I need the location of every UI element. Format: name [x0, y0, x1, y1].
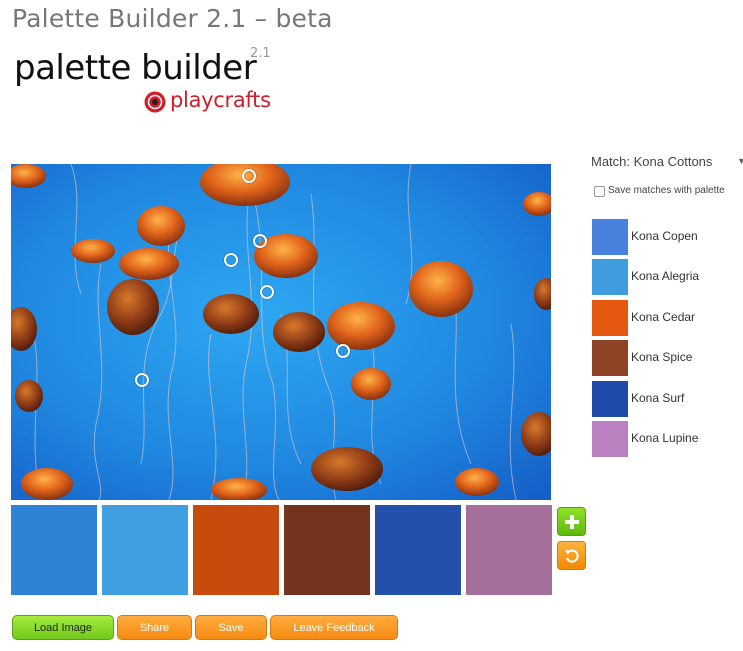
match-chip-kona-lupine[interactable]: [592, 421, 628, 457]
palette-swatch-1[interactable]: [11, 505, 97, 595]
color-picker-1[interactable]: [242, 169, 256, 183]
logo-brand: playcrafts: [170, 88, 271, 112]
match-chip-kona-spice[interactable]: [592, 340, 628, 376]
add-swatch-button[interactable]: [557, 507, 586, 536]
jellyfish-photo: [11, 164, 551, 500]
match-chip-kona-cedar[interactable]: [592, 300, 628, 336]
save-matches-label: Save matches with palette: [608, 185, 725, 196]
app-title: Palette Builder 2.1 – beta: [12, 4, 333, 33]
playcrafts-logo-icon: [144, 91, 166, 113]
palette-swatch-3[interactable]: [193, 505, 279, 595]
palette-swatch-5[interactable]: [375, 505, 461, 595]
share-button[interactable]: Share: [117, 615, 192, 640]
load-image-button[interactable]: Load Image: [12, 615, 114, 640]
match-name-kona-lupine: Kona Lupine: [631, 431, 699, 445]
color-picker-5[interactable]: [336, 344, 350, 358]
reset-palette-button[interactable]: [557, 541, 586, 570]
match-name-kona-surf: Kona Surf: [631, 391, 685, 405]
match-select[interactable]: Match: Kona Cottons: [591, 154, 712, 169]
palette-swatch-4[interactable]: [284, 505, 370, 595]
palette-swatch-2[interactable]: [102, 505, 188, 595]
source-image[interactable]: [11, 164, 551, 500]
undo-icon: [564, 549, 579, 563]
logo-wordmark: palette builder: [14, 48, 257, 88]
logo-version: 2.1: [250, 46, 271, 61]
match-chip-kona-alegria[interactable]: [592, 259, 628, 295]
plus-icon: [564, 514, 579, 529]
save-matches-checkbox[interactable]: [594, 186, 605, 197]
color-picker-4[interactable]: [260, 285, 274, 299]
match-name-kona-copen: Kona Copen: [631, 229, 698, 243]
leave-feedback-button[interactable]: Leave Feedback: [270, 615, 398, 640]
color-picker-2[interactable]: [253, 234, 267, 248]
save-button[interactable]: Save: [195, 615, 267, 640]
match-chip-kona-copen[interactable]: [592, 219, 628, 255]
match-name-kona-alegria: Kona Alegria: [631, 269, 700, 283]
chevron-down-icon[interactable]: ▼: [737, 156, 743, 166]
match-chip-kona-surf[interactable]: [592, 381, 628, 417]
palette-builder-logo: palette builder 2.1 playcrafts: [14, 46, 276, 120]
color-picker-3[interactable]: [224, 253, 238, 267]
match-name-kona-spice: Kona Spice: [631, 350, 693, 364]
color-picker-6[interactable]: [135, 373, 149, 387]
palette-swatch-6[interactable]: [466, 505, 552, 595]
match-name-kona-cedar: Kona Cedar: [631, 310, 696, 324]
